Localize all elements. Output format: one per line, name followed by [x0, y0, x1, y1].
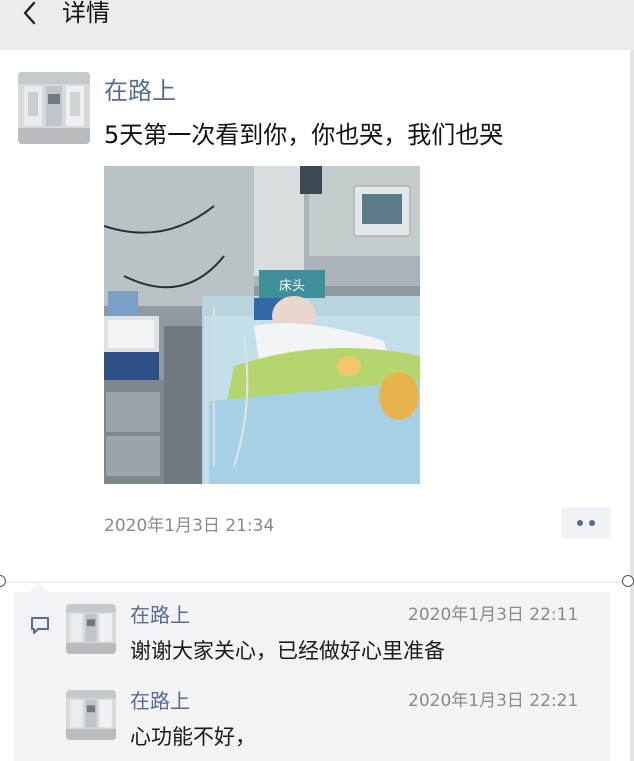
- photo-bed-sign: 床头: [279, 279, 305, 294]
- more-dots-icon: [589, 520, 595, 526]
- comment-text: 心功能不好，: [130, 725, 256, 749]
- scroll-edge: [630, 50, 634, 761]
- comment-avatar[interactable]: [66, 690, 116, 740]
- more-dots-icon: [577, 520, 583, 526]
- post-timestamp: 2020年1月3日 21:34: [104, 516, 275, 536]
- post-avatar[interactable]: [18, 72, 90, 144]
- scroll-handle-left[interactable]: [0, 575, 6, 587]
- post-photo[interactable]: 床头: [104, 166, 420, 484]
- post-author-name[interactable]: 在路上: [104, 76, 176, 106]
- comment-time: 2020年1月3日 22:11: [408, 605, 579, 625]
- comment-time: 2020年1月3日 22:21: [408, 691, 579, 711]
- comment-text: 谢谢大家关心，已经做好心里准备: [130, 639, 445, 663]
- divider: [0, 582, 634, 583]
- chevron-left-icon: [23, 1, 36, 25]
- back-button[interactable]: [18, 0, 40, 26]
- comment-avatar[interactable]: [66, 604, 116, 654]
- comment-icon: [30, 616, 50, 640]
- more-button[interactable]: [561, 507, 611, 539]
- page-title: 详情: [62, 0, 110, 27]
- comment-author[interactable]: 在路上: [130, 688, 190, 714]
- post-text: 5天第一次看到你，你也哭，我们也哭: [104, 121, 504, 149]
- comments-caret: [30, 583, 48, 592]
- scroll-handle-right[interactable]: [622, 575, 634, 587]
- nav-bar: 详情: [0, 0, 634, 50]
- comment-author[interactable]: 在路上: [130, 602, 190, 628]
